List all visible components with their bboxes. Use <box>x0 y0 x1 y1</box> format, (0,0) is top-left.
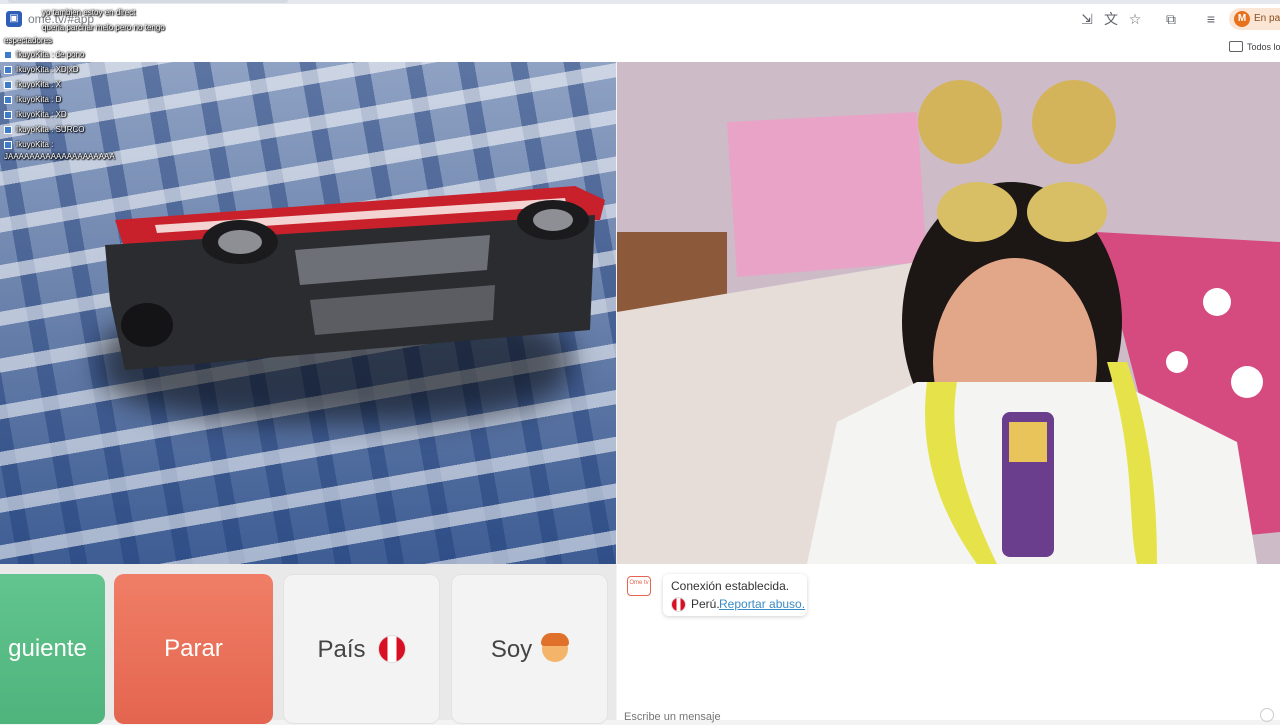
overlay-message: IkuyoKita : de pono <box>16 50 85 59</box>
stop-button-label: Parar <box>164 635 223 662</box>
translate-icon[interactable]: 文 <box>1103 11 1119 27</box>
overlay-message: queria parchar melo pero no tengo <box>42 23 165 32</box>
overlay-message: IkuyoKita : <box>16 140 54 149</box>
gender-button[interactable]: Soy <box>451 574 608 724</box>
viewer-badge-icon <box>4 66 12 74</box>
message-input[interactable] <box>624 710 1224 724</box>
peer-country: Perú. <box>691 597 720 611</box>
country-filter-button[interactable]: País <box>283 574 440 724</box>
viewer-badge-icon <box>4 81 12 89</box>
overlay-message: JAAAAAAAAAAAAAAAAAAAA <box>4 152 115 161</box>
overlay-message: IkuyoKita : XD|xD <box>16 65 79 74</box>
remote-video-scene <box>617 62 1280 564</box>
peru-flag-icon <box>671 597 686 612</box>
star-icon[interactable]: ☆ <box>1127 11 1143 27</box>
overlay-message: yo tambien estoy en direct <box>42 8 136 17</box>
install-app-icon[interactable]: ⇲ <box>1079 11 1095 27</box>
viewer-badge-icon <box>4 51 12 59</box>
extensions-icon[interactable]: ⧉ <box>1163 11 1179 27</box>
overlay-message: IkuyoKita : D <box>16 95 62 104</box>
stream-chat-overlay: yo tambien estoy en direct queria parcha… <box>0 0 200 170</box>
viewer-badge-icon <box>4 126 12 134</box>
viewer-badge-icon <box>4 141 12 149</box>
overlay-message: espectadores <box>4 36 53 45</box>
folder-icon[interactable] <box>1229 41 1243 52</box>
country-button-label: País <box>317 636 366 663</box>
viewer-badge-icon <box>4 111 12 119</box>
connection-status: Conexión establecida. <box>671 579 790 593</box>
overlay-message: IkuyoKita : SURCO <box>16 125 85 134</box>
peru-flag-icon <box>377 634 406 663</box>
report-abuse-link[interactable]: Reportar abuso. <box>719 597 805 611</box>
overlay-message: IkuyoKita : XD <box>16 110 67 119</box>
remote-video <box>617 62 1280 564</box>
next-button-label: guiente <box>8 635 87 662</box>
viewer-badge-icon <box>4 96 12 104</box>
media-control-icon[interactable]: ≡ <box>1203 11 1219 27</box>
ometv-logo-icon: Ome tv <box>627 576 651 596</box>
gender-button-label: Soy <box>490 636 533 663</box>
next-button[interactable]: guiente <box>0 574 105 724</box>
profile-icon[interactable]: M <box>1234 11 1250 27</box>
stop-button[interactable]: Parar <box>114 574 273 724</box>
toy-car-image <box>105 186 605 370</box>
boy-emoji-icon <box>541 632 570 662</box>
paused-label[interactable]: En pau <box>1254 13 1280 24</box>
overlay-message: IkuyoKita : X <box>16 80 61 89</box>
all-bookmarks-link[interactable]: Todos lo <box>1247 42 1280 52</box>
